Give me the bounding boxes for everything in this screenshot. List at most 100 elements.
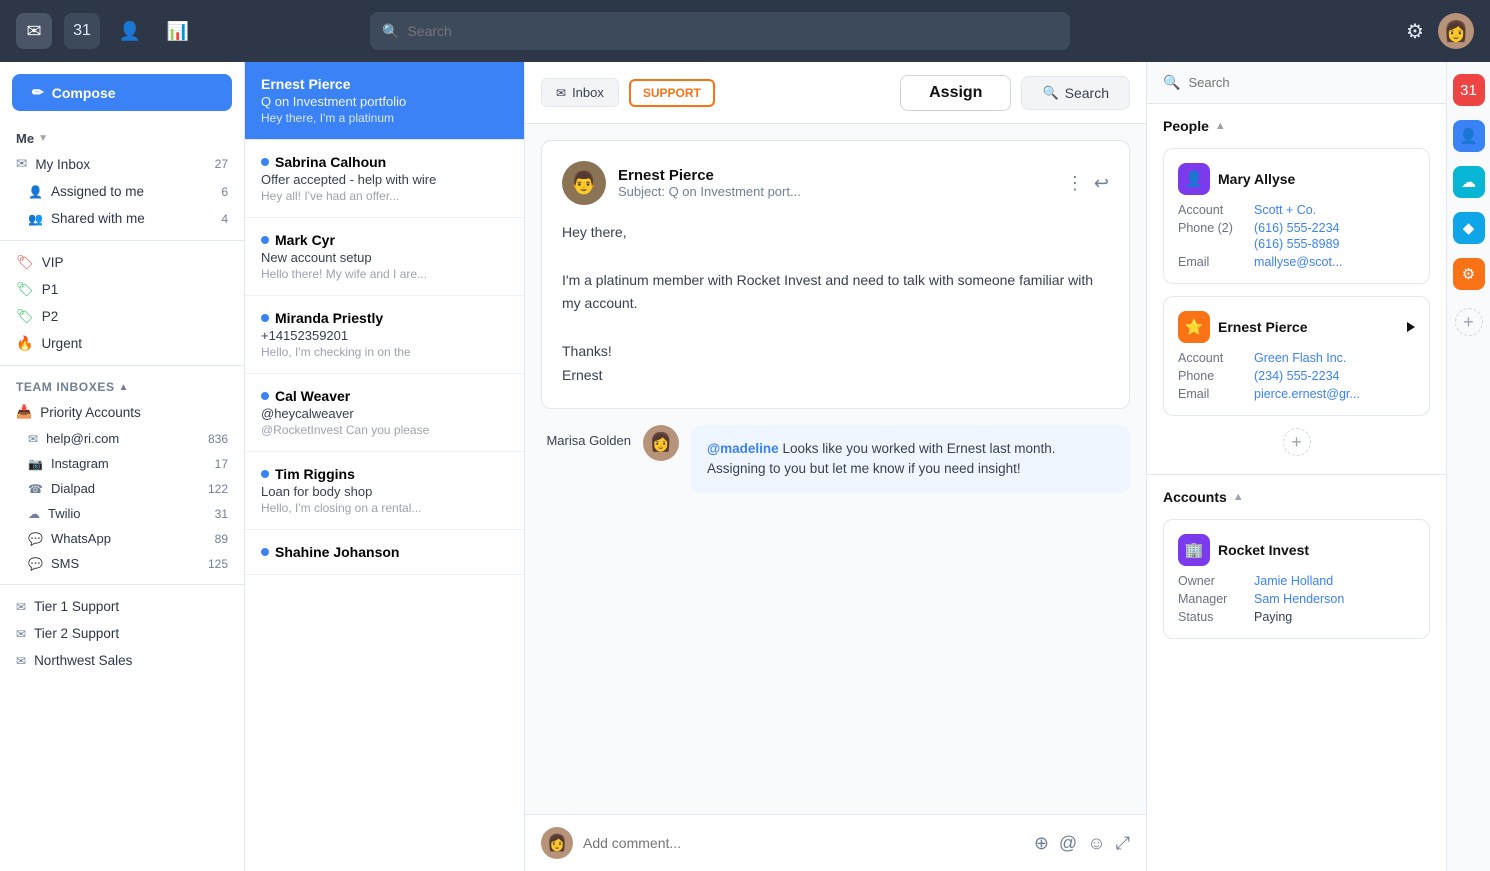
sidebar-item-instagram[interactable]: 📷 Instagram 17 — [0, 451, 244, 476]
top-search-input[interactable] — [407, 23, 1058, 39]
sidebar-item-whatsapp[interactable]: 💬 WhatsApp 89 — [0, 526, 244, 551]
instagram-count: 17 — [215, 457, 228, 471]
mention-button[interactable]: @ — [1059, 833, 1077, 854]
conv-item-tim[interactable]: Tim Riggins Loan for body shop Hello, I'… — [245, 452, 524, 530]
sidebar-item-northwest[interactable]: ✉ Northwest Sales — [0, 647, 244, 674]
assign-button[interactable]: Assign — [900, 75, 1011, 111]
sidebar-item-assigned-to-me[interactable]: 👤 Assigned to me 6 — [0, 178, 244, 205]
ernest-account-value[interactable]: Green Flash Inc. — [1254, 351, 1346, 365]
comment-input-avatar: 👩 — [541, 827, 573, 859]
whatsapp-icon: 💬 — [28, 532, 43, 546]
ernest-account-label: Account — [1178, 351, 1246, 365]
rocket-owner-value[interactable]: Jamie Holland — [1254, 574, 1333, 588]
nav-icon-calendar[interactable]: 31 — [64, 13, 100, 49]
nav-icon-contacts[interactable]: 👤 — [112, 13, 148, 49]
sidebar-item-shared-with-me[interactable]: 👥 Shared with me 4 — [0, 205, 244, 232]
sidebar-item-help-email[interactable]: ✉ help@ri.com 836 — [0, 426, 244, 451]
add-person-button[interactable]: + — [1283, 428, 1311, 456]
conv-item-sabrina[interactable]: Sabrina Calhoun Offer accepted - help wi… — [245, 140, 524, 218]
comment-author-label: Marisa Golden — [541, 425, 631, 448]
top-search-bar[interactable]: 🔍 — [370, 12, 1070, 50]
rocket-icon: 🏢 — [1178, 534, 1210, 566]
sidebar-item-p2[interactable]: 🏷 P2 — [0, 303, 244, 330]
sidebar-item-priority-accounts[interactable]: 📥 Priority Accounts — [0, 398, 244, 426]
conv-item-shahine[interactable]: Shahine Johanson — [245, 530, 524, 575]
mary-email-value[interactable]: mallyse@scot... — [1254, 255, 1342, 269]
northwest-icon: ✉ — [16, 654, 26, 668]
sidebar-item-sms[interactable]: 💬 SMS 125 — [0, 551, 244, 576]
ernest-email-value[interactable]: pierce.ernest@gr... — [1254, 387, 1360, 401]
person-strip-icon[interactable]: 👤 — [1453, 120, 1485, 152]
conv-preview: Hello there! My wife and I are... — [261, 267, 508, 281]
active-conv-name: Ernest Pierce — [261, 76, 351, 92]
conv-header: ✉ Inbox SUPPORT Assign 🔍 Search — [525, 62, 1146, 124]
message-more-button[interactable]: ⋮ — [1066, 173, 1084, 194]
emoji-picker-button[interactable]: ☺ — [1087, 833, 1105, 854]
sms-count: 125 — [208, 557, 228, 571]
sidebar-item-vip[interactable]: 🏷 VIP — [0, 249, 244, 276]
comment-section: Marisa Golden 👩 @madeline Looks like you… — [541, 425, 1130, 494]
message-reply-button[interactable]: ↩ — [1094, 173, 1109, 194]
comment-input-area: 👩 ⊕ @ ☺ ⤢ — [525, 814, 1146, 871]
conv-subject: @heycalweaver — [261, 406, 508, 421]
sidebar-item-urgent[interactable]: 🔥 Urgent — [0, 330, 244, 357]
people-section-header[interactable]: People ▲ — [1163, 118, 1430, 134]
instagram-icon: 📷 — [28, 457, 43, 471]
add-strip-button[interactable]: + — [1455, 308, 1483, 336]
support-badge[interactable]: SUPPORT — [629, 79, 715, 107]
right-panel-search-bar[interactable]: 🔍 — [1147, 62, 1446, 104]
sidebar-item-p1[interactable]: 🏷 P1 — [0, 276, 244, 303]
online-dot — [261, 548, 269, 556]
calendar-strip-icon[interactable]: 31 — [1453, 74, 1485, 106]
expand-button[interactable]: ⤢ — [1116, 833, 1130, 854]
sidebar-item-twilio[interactable]: ☁ Twilio 31 — [0, 501, 244, 526]
inbox-btn-icon: ✉ — [556, 86, 566, 100]
cloud-strip-icon[interactable]: ☁ — [1453, 166, 1485, 198]
mary-phone1[interactable]: (616) 555-2234 — [1254, 221, 1339, 235]
comment-input[interactable] — [583, 835, 1024, 851]
nav-right: ⚙ 👩 — [1406, 13, 1474, 49]
nav-icon-analytics[interactable]: 📊 — [160, 13, 196, 49]
diamond-strip-icon[interactable]: ◆ — [1453, 212, 1485, 244]
conv-preview: Hello, I'm checking in on the — [261, 345, 508, 359]
mary-account-value[interactable]: Scott + Co. — [1254, 203, 1316, 217]
sidebar-item-my-inbox[interactable]: ✉ My Inbox 27 — [0, 150, 244, 178]
conv-subject: New account setup — [261, 250, 508, 265]
conv-item-miranda[interactable]: Miranda Priestly +14152359201 Hello, I'm… — [245, 296, 524, 374]
hubspot-strip-icon[interactable]: ⚙ — [1453, 258, 1485, 290]
search-button[interactable]: 🔍 Search — [1021, 76, 1130, 110]
conv-item-mark[interactable]: Mark Cyr New account setup Hello there! … — [245, 218, 524, 296]
online-dot — [261, 314, 269, 322]
sidebar-item-tier1[interactable]: ✉ Tier 1 Support — [0, 593, 244, 620]
me-chevron-icon: ▼ — [38, 133, 48, 144]
team-inboxes-header[interactable]: Team Inboxes ▲ — [0, 374, 244, 398]
inbox-button[interactable]: ✉ Inbox — [541, 78, 619, 107]
accounts-section-header[interactable]: Accounts ▲ — [1163, 489, 1430, 505]
sidebar-item-dialpad[interactable]: ☎ Dialpad 122 — [0, 476, 244, 501]
comment-mention: @madeline — [707, 441, 779, 456]
compose-icon: ✏ — [32, 84, 44, 101]
online-dot — [261, 158, 269, 166]
avatar[interactable]: 👩 — [1438, 13, 1474, 49]
conv-item-cal[interactable]: Cal Weaver @heycalweaver @RocketInvest C… — [245, 374, 524, 452]
me-section-header[interactable]: Me ▼ — [0, 127, 244, 150]
add-emoji-button[interactable]: ⊕ — [1034, 833, 1049, 854]
rocket-manager-value[interactable]: Sam Henderson — [1254, 592, 1344, 606]
sender-avatar: 👨 — [562, 161, 606, 205]
vip-tag-icon: 🏷 — [16, 254, 34, 271]
mary-phone2[interactable]: (616) 555-8989 — [1254, 237, 1339, 251]
right-search-input[interactable] — [1188, 75, 1430, 90]
nav-icon-mail[interactable]: ✉ — [16, 13, 52, 49]
conv-name: Shahine Johanson — [275, 544, 399, 560]
gear-icon[interactable]: ⚙ — [1406, 19, 1424, 44]
conv-preview: Hello, I'm closing on a rental... — [261, 501, 508, 515]
conv-item-ernest-pierce[interactable]: Ernest Pierce Q on Investment portfolio … — [245, 62, 524, 140]
ernest-phone1[interactable]: (234) 555-2234 — [1254, 369, 1339, 383]
mary-icon: 👤 — [1178, 163, 1210, 195]
ernest-phone-label: Phone — [1178, 369, 1246, 383]
account-card-rocket: 🏢 Rocket Invest Owner Jamie Holland Mana… — [1163, 519, 1430, 639]
sidebar-item-tier2[interactable]: ✉ Tier 2 Support — [0, 620, 244, 647]
mary-email-label: Email — [1178, 255, 1246, 269]
tier1-icon: ✉ — [16, 600, 26, 614]
compose-button[interactable]: ✏ Compose — [12, 74, 232, 111]
